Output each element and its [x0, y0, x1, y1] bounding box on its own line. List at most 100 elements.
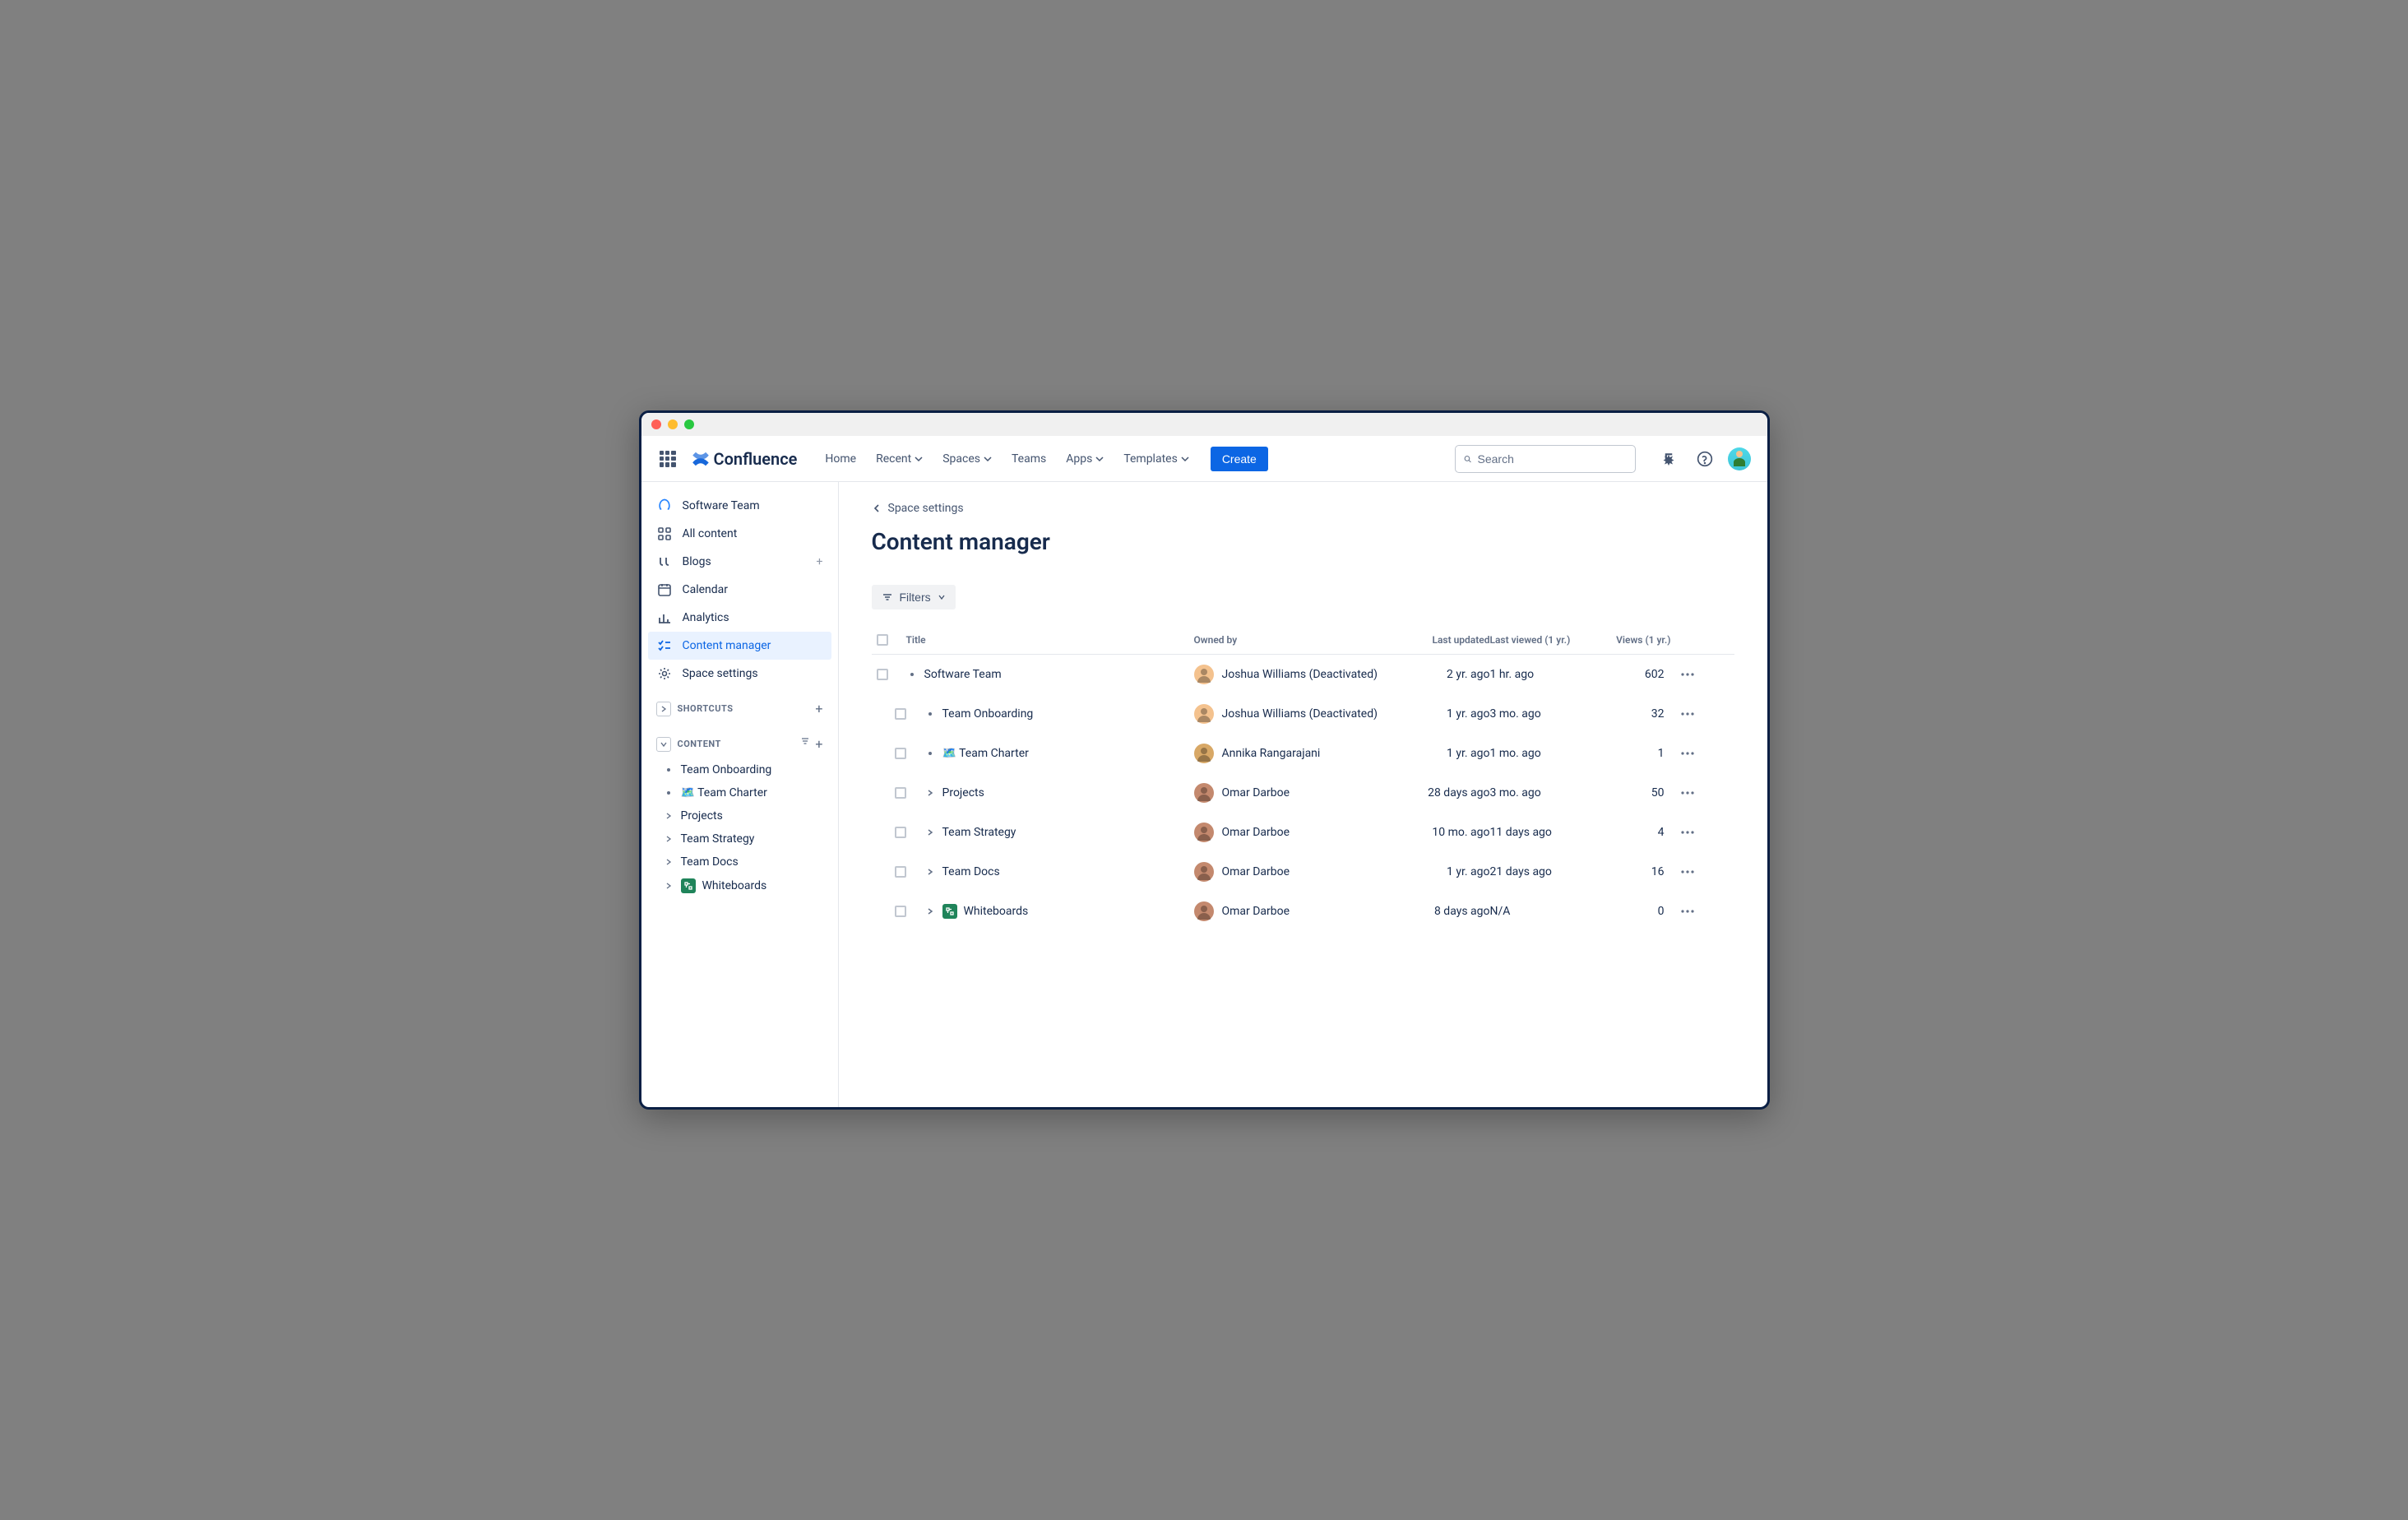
search-box[interactable] [1455, 445, 1636, 473]
help-icon[interactable] [1692, 446, 1718, 472]
checklist-icon [657, 638, 672, 653]
col-owned-by[interactable]: Owned by [1194, 634, 1400, 646]
sidebar-blogs[interactable]: Blogs + [648, 548, 831, 576]
owner-avatar[interactable] [1194, 901, 1214, 921]
row-title: Team Docs [942, 865, 1000, 878]
filter-icon[interactable] [800, 736, 810, 746]
filters-button[interactable]: Filters [872, 585, 956, 609]
row-checkbox[interactable] [895, 827, 906, 838]
nav-spaces[interactable]: Spaces [934, 447, 1000, 470]
user-avatar[interactable] [1728, 447, 1751, 470]
bullet-icon [663, 791, 674, 795]
table-row[interactable]: 🗺️ Team CharterAnnika Rangarajani1 yr. a… [872, 734, 1734, 773]
row-more-actions[interactable] [1671, 666, 1704, 683]
chevron-down-icon [915, 455, 923, 463]
filter-lines-icon [882, 591, 893, 603]
views-count: 32 [1597, 707, 1671, 721]
last-viewed: 3 mo. ago [1490, 786, 1597, 799]
table-row[interactable]: WhiteboardsOmar Darboe8 days agoN/A0 [872, 892, 1734, 931]
nav-home[interactable]: Home [817, 447, 864, 470]
bullet-icon [924, 712, 936, 716]
owner-avatar[interactable] [1194, 744, 1214, 763]
owner-avatar[interactable] [1194, 783, 1214, 803]
expand-content[interactable] [656, 737, 671, 752]
table-row[interactable]: Team StrategyOmar Darboe10 mo. ago11 day… [872, 813, 1734, 852]
owner-avatar[interactable] [1194, 862, 1214, 882]
more-horizontal-icon [1679, 706, 1696, 722]
plus-icon[interactable]: + [817, 555, 823, 568]
row-more-actions[interactable] [1671, 864, 1704, 880]
last-viewed: 3 mo. ago [1490, 707, 1597, 721]
window-close-dot[interactable] [651, 419, 661, 429]
row-more-actions[interactable] [1671, 745, 1704, 762]
confluence-logo[interactable]: Confluence [691, 449, 798, 469]
shortcuts-section: SHORTCUTS + [648, 694, 831, 723]
sidebar-analytics[interactable]: Analytics [648, 604, 831, 632]
sidebar-all-content[interactable]: All content [648, 520, 831, 548]
nav-templates[interactable]: Templates [1115, 447, 1197, 470]
last-viewed: 1 mo. ago [1490, 747, 1597, 760]
rocket-icon [656, 497, 673, 515]
row-checkbox[interactable] [895, 708, 906, 720]
nav-apps[interactable]: Apps [1058, 447, 1112, 470]
col-last-viewed[interactable]: Last viewed (1 yr.) [1490, 634, 1597, 646]
create-button[interactable]: Create [1211, 447, 1268, 471]
breadcrumb-back[interactable]: Space settings [872, 502, 1734, 515]
owner-avatar[interactable] [1194, 823, 1214, 842]
row-more-actions[interactable] [1671, 706, 1704, 722]
row-checkbox[interactable] [895, 906, 906, 917]
views-count: 16 [1597, 865, 1671, 878]
owner-avatar[interactable] [1194, 704, 1214, 724]
row-title: Whiteboards [964, 905, 1029, 918]
last-viewed: 1 hr. ago [1490, 668, 1597, 681]
owner-name: Omar Darboe [1222, 865, 1290, 878]
tree-item[interactable]: Projects [648, 804, 831, 827]
row-checkbox[interactable] [895, 787, 906, 799]
select-all-checkbox[interactable] [877, 634, 888, 646]
tree-item[interactable]: Team Strategy [648, 827, 831, 850]
more-horizontal-icon [1679, 864, 1696, 880]
more-horizontal-icon [1679, 785, 1696, 801]
col-title[interactable]: Title [906, 634, 1194, 646]
more-horizontal-icon [1679, 903, 1696, 920]
notifications-icon[interactable] [1656, 446, 1682, 472]
sidebar-calendar[interactable]: Calendar [648, 576, 831, 604]
tree-item[interactable]: 🗺️ Team Charter [648, 781, 831, 804]
window-minimize-dot[interactable] [668, 419, 678, 429]
row-checkbox[interactable] [877, 669, 888, 680]
nav-recent[interactable]: Recent [868, 447, 931, 470]
views-count: 50 [1597, 786, 1671, 799]
owner-avatar[interactable] [1194, 665, 1214, 684]
expand-shortcuts[interactable] [656, 702, 671, 716]
plus-icon[interactable]: + [815, 701, 822, 716]
row-checkbox[interactable] [895, 866, 906, 878]
tree-item-label: Team Strategy [681, 832, 755, 846]
row-checkbox[interactable] [895, 748, 906, 759]
sidebar-content-manager[interactable]: Content manager [648, 632, 831, 660]
tree-item[interactable]: Whiteboards [648, 874, 831, 898]
tree-item[interactable]: Team Docs [648, 850, 831, 874]
row-more-actions[interactable] [1671, 785, 1704, 801]
col-last-updated[interactable]: Last updated [1400, 634, 1490, 646]
table-row[interactable]: Team OnboardingJoshua Williams (Deactiva… [872, 694, 1734, 734]
gear-icon [657, 666, 672, 681]
main-content: Space settings Content manager Filters T… [839, 482, 1767, 1107]
table-row[interactable]: Team DocsOmar Darboe1 yr. ago21 days ago… [872, 852, 1734, 892]
table-row[interactable]: ProjectsOmar Darboe28 days ago3 mo. ago5… [872, 773, 1734, 813]
chevron-right-icon [663, 836, 674, 842]
nav-teams[interactable]: Teams [1003, 447, 1054, 470]
row-more-actions[interactable] [1671, 824, 1704, 841]
space-header[interactable]: Software Team [648, 492, 831, 520]
owner-name: Omar Darboe [1222, 786, 1290, 799]
sidebar-space-settings[interactable]: Space settings [648, 660, 831, 688]
row-more-actions[interactable] [1671, 903, 1704, 920]
app-switcher-icon[interactable] [658, 449, 678, 469]
col-views[interactable]: Views (1 yr.) [1597, 634, 1671, 646]
table-row[interactable]: Software TeamJoshua Williams (Deactivate… [872, 655, 1734, 694]
chevron-left-icon [872, 503, 882, 513]
plus-icon[interactable]: + [815, 736, 822, 752]
tree-item[interactable]: Team Onboarding [648, 758, 831, 781]
search-input[interactable] [1478, 452, 1627, 466]
window-maximize-dot[interactable] [684, 419, 694, 429]
tree-item-label: Team Onboarding [681, 763, 772, 776]
